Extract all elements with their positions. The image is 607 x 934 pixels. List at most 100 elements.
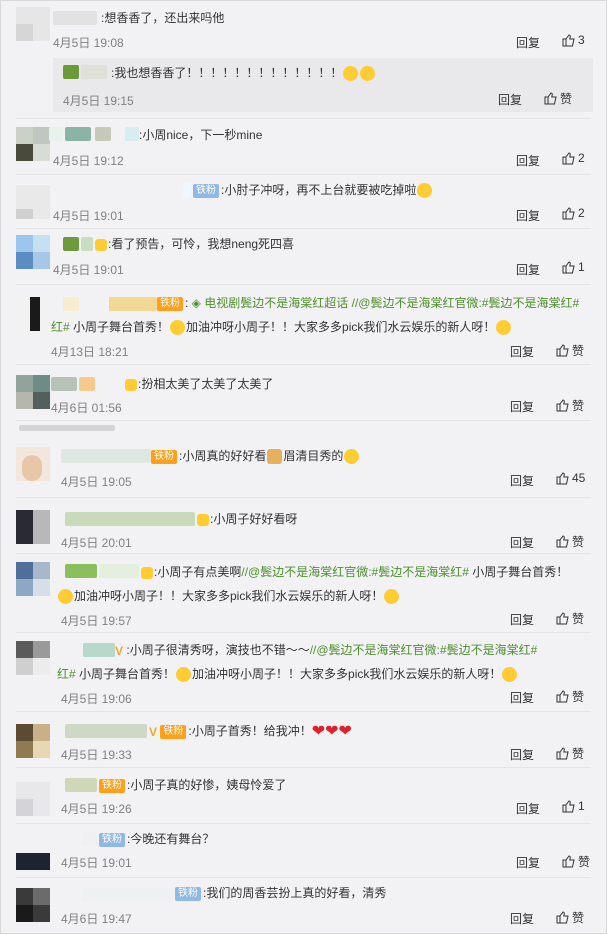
username[interactable] [63,65,79,79]
comment-text: 铁粉:小周真的好好看 眉清目秀的 [151,446,360,466]
like-button[interactable]: 2 [562,151,585,165]
like-count: 2 [578,206,585,220]
hashtag-link-continuation[interactable]: 红# [57,667,76,681]
like-button[interactable]: 赞 [556,342,584,359]
reply-button[interactable]: 回复 [510,611,534,628]
avatar[interactable] [16,127,50,161]
username-blur [99,564,139,578]
avatar[interactable] [16,836,50,870]
comment-item: 铁粉:小周子真的好惨，姨母怜爱了 4月5日 19:26 回复 1 [1,768,606,822]
timestamp: 4月6日 19:47 [61,912,132,926]
username[interactable] [109,297,157,311]
vip-badge[interactable]: V [115,641,123,661]
fan-badge[interactable]: 铁粉 [99,778,125,793]
fan-badge[interactable]: 铁粉 [99,832,125,847]
fan-badge[interactable]: 铁粉 [175,886,201,901]
hashtag-link[interactable]: #鬓边不是海棠红# [372,565,469,579]
like-button[interactable]: 1 [562,799,585,813]
comment-text: 铁粉:我们的周香芸扮上真的好看，清秀 [175,883,386,903]
username[interactable] [65,127,91,141]
avatar[interactable] [16,185,50,219]
username[interactable] [81,888,173,902]
like-label: 赞 [572,344,585,358]
username-blur [183,183,191,197]
avatar[interactable] [16,782,50,816]
mention-link[interactable]: //@鬓边不是海棠红官微: [241,565,371,579]
like-button[interactable]: 2 [562,206,585,220]
like-count: 1 [578,799,585,813]
like-button[interactable]: 赞 [556,909,584,926]
avatar[interactable] [16,447,50,481]
comment-text-line2: 红# 小周子舞台首秀！ 加油冲呀小周子！！大家多多pick我们水云娱乐的新人呀！ [51,317,512,337]
reply-button[interactable]: 回复 [516,261,540,278]
like-button[interactable]: 赞 [562,853,590,870]
scream-emoji-icon [176,667,192,683]
thumb-up-icon [562,855,575,868]
reply-button[interactable]: 回复 [510,910,534,927]
like-button[interactable]: 45 [556,471,585,485]
username-blur [125,127,139,141]
avatar[interactable] [16,375,50,409]
like-label: 赞 [578,855,591,869]
avatar[interactable] [16,297,50,331]
username[interactable] [61,449,151,463]
avatar[interactable] [16,510,50,544]
username[interactable] [65,512,195,526]
reply-button[interactable]: 回复 [510,689,534,706]
avatar[interactable] [16,724,50,758]
fan-badge[interactable]: 铁粉 [193,183,219,198]
username[interactable] [65,564,97,578]
like-button[interactable]: 赞 [556,688,584,705]
like-button[interactable]: 赞 [544,90,572,107]
reply-button[interactable]: 回复 [498,91,522,108]
username-blur [63,297,79,311]
mention-link[interactable]: //@鬓边不是海棠红官微: [310,643,440,657]
fan-badge[interactable]: 铁粉 [151,449,177,464]
reply-button[interactable]: 回复 [510,343,534,360]
hashtag-link-continuation[interactable]: 红# [51,320,70,334]
avatar[interactable] [16,7,50,41]
comment-list: :想香香了，还出来吗他 4月5日 19:08 回复 3 :我也想香香了！！！！！… [0,0,607,934]
reply-button[interactable]: 回复 [510,472,534,489]
vip-badge[interactable]: V [149,722,157,742]
username[interactable] [83,643,115,657]
fan-badge[interactable]: 铁粉 [157,296,183,311]
username[interactable] [63,237,79,251]
like-count: 2 [578,151,585,165]
like-button[interactable]: 3 [562,33,585,47]
username[interactable] [65,724,147,738]
reply-button[interactable]: 回复 [516,207,540,224]
thumb-up-icon [562,33,575,46]
comment-text: 铁粉: ◈ 电视剧鬓边不是海棠红超话 //@鬓边不是海棠红官微:#鬓边不是海棠红… [157,293,579,313]
like-button[interactable]: 1 [562,260,585,274]
like-label: 赞 [572,399,585,413]
like-button[interactable]: 赞 [556,397,584,414]
hashtag-link[interactable]: #鬓边不是海棠红# [482,296,579,310]
fan-badge[interactable]: 铁粉 [160,724,187,739]
avatar[interactable] [16,562,50,596]
like-button[interactable]: 赞 [556,745,584,762]
timestamp: 4月5日 19:05 [61,475,132,489]
reply-button[interactable]: 回复 [510,534,534,551]
super-topic-link[interactable]: ◈ 电视剧鬓边不是海棠红超话 [188,296,349,310]
mention-link[interactable]: //@鬓边不是海棠红官微: [352,296,482,310]
reply-button[interactable]: 回复 [516,152,540,169]
reply-button[interactable]: 回复 [510,398,534,415]
username[interactable] [65,778,97,792]
like-button[interactable]: 赞 [556,610,584,627]
username[interactable] [53,11,97,25]
avatar[interactable] [16,641,50,675]
avatar[interactable] [16,235,50,269]
reply-button[interactable]: 回复 [510,746,534,763]
hashtag-link[interactable]: #鬓边不是海棠红# [440,643,537,657]
thumb-up-icon [562,206,575,219]
cropped-section-header [19,425,115,431]
reply-button[interactable]: 回复 [516,34,540,51]
like-button[interactable]: 赞 [556,533,584,550]
username[interactable] [79,377,95,391]
reply-button[interactable]: 回复 [516,854,540,871]
scream-emoji-icon [170,320,186,336]
avatar[interactable] [16,888,50,922]
thumb-up-icon [556,535,569,548]
reply-button[interactable]: 回复 [516,800,540,817]
